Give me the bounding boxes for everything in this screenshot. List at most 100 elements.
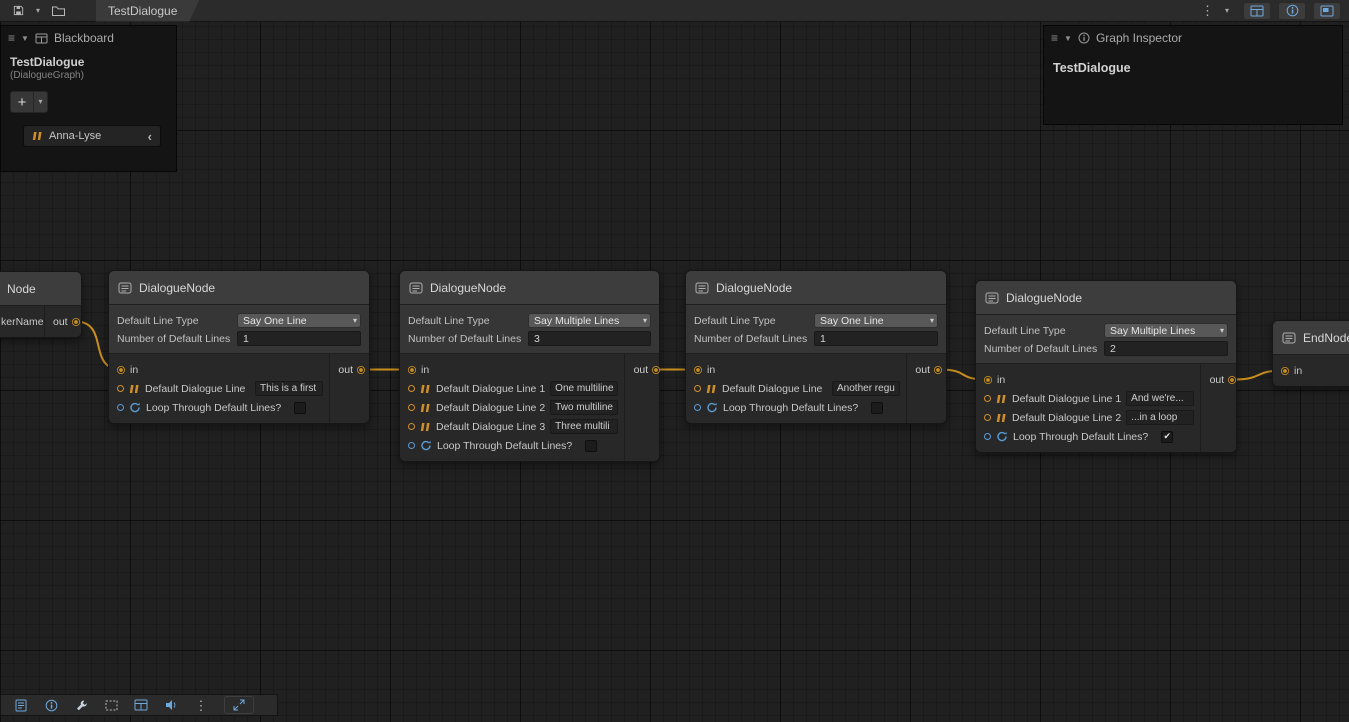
- loop-checkbox[interactable]: ✔: [1161, 431, 1173, 443]
- collapse-caret-icon[interactable]: ▼: [21, 34, 29, 43]
- node-title-bar[interactable]: DialogueNode: [686, 271, 946, 305]
- flow-port-icon[interactable]: [1228, 376, 1236, 384]
- loop-checkbox[interactable]: [871, 402, 883, 414]
- string-port-icon[interactable]: [408, 385, 415, 392]
- line-type-dropdown[interactable]: Say One Line: [237, 313, 361, 328]
- dialogue-node-4[interactable]: DialogueNodeDefault Line TypeSay Multipl…: [975, 280, 1237, 453]
- toggle-blackboard-icon: [1250, 5, 1264, 17]
- port-label: Default Dialogue Line 3: [436, 421, 545, 433]
- node-title-bar[interactable]: EndNode: [1273, 321, 1349, 355]
- string-port-icon[interactable]: [984, 395, 991, 402]
- inspector-button[interactable]: [36, 695, 66, 715]
- open-folder-button[interactable]: [47, 1, 70, 21]
- flow-port-icon[interactable]: [984, 376, 992, 384]
- bool-port-icon[interactable]: [408, 442, 415, 449]
- port-row-in: in: [976, 370, 1200, 389]
- dialogue-line-field[interactable]: Three multili: [550, 419, 618, 434]
- node-title-bar[interactable]: DialogueNode: [400, 271, 659, 305]
- number-field[interactable]: 3: [528, 331, 651, 346]
- line-type-dropdown[interactable]: Say Multiple Lines: [528, 313, 651, 328]
- line-type-dropdown[interactable]: Say Multiple Lines: [1104, 323, 1228, 338]
- dialogue-node-1[interactable]: DialogueNodeDefault Line TypeSay One Lin…: [108, 270, 370, 424]
- string-port-icon[interactable]: [694, 385, 701, 392]
- port-row-line2: Default Dialogue Line 2...in a loop: [976, 408, 1200, 427]
- port-label: Loop Through Default Lines?: [1013, 431, 1148, 443]
- flow-port-icon[interactable]: [408, 366, 416, 374]
- more-button[interactable]: ⋮: [186, 695, 216, 715]
- flow-port-icon[interactable]: [72, 318, 80, 326]
- blackboard-graph-type: (DialogueGraph): [10, 70, 167, 81]
- save-caret-button[interactable]: ▾: [29, 1, 47, 21]
- frame-button[interactable]: [96, 695, 126, 715]
- node-properties: Default Line TypeSay Multiple LinesNumbe…: [400, 305, 659, 354]
- wrench-button[interactable]: [66, 695, 96, 715]
- quote-icon: [129, 384, 140, 394]
- flow-port-icon[interactable]: [694, 366, 702, 374]
- graph-tab[interactable]: TestDialogue: [96, 0, 199, 22]
- graph-inspector-panel[interactable]: ≡ ▼ Graph Inspector TestDialogue: [1043, 25, 1343, 125]
- string-port-icon[interactable]: [984, 414, 991, 421]
- number-field[interactable]: 2: [1104, 341, 1228, 356]
- console-button[interactable]: [6, 695, 36, 715]
- dialogue-node-2[interactable]: DialogueNodeDefault Line TypeSay Multipl…: [399, 270, 660, 462]
- end-node[interactable]: EndNodein: [1272, 320, 1349, 387]
- flow-port-icon[interactable]: [1281, 367, 1289, 375]
- add-property-button[interactable]: +: [10, 91, 34, 113]
- bool-port-icon[interactable]: [984, 433, 991, 440]
- quote-icon: [996, 413, 1007, 423]
- toggle-minimap-button[interactable]: [1313, 2, 1341, 20]
- blackboard-property-anna-lyse[interactable]: Anna-Lyse ‹: [23, 125, 161, 147]
- blackboard-title: Blackboard: [54, 31, 114, 45]
- property-label: Number of Default Lines: [408, 333, 528, 345]
- dialogue-node-3[interactable]: DialogueNodeDefault Line TypeSay One Lin…: [685, 270, 947, 424]
- number-field[interactable]: 1: [237, 331, 361, 346]
- audio-button[interactable]: [156, 695, 186, 715]
- graph-inspector-header[interactable]: ≡ ▼ Graph Inspector: [1044, 26, 1342, 50]
- speaker-node-partial[interactable]: NodekerNameout: [0, 271, 82, 338]
- flow-port-icon[interactable]: [117, 366, 125, 374]
- bool-port-icon[interactable]: [694, 404, 701, 411]
- toggle-inspector-button[interactable]: [1278, 2, 1306, 20]
- port-row-out: out: [907, 360, 942, 379]
- dialogue-line-field[interactable]: One multiline: [550, 381, 618, 396]
- node-title-bar[interactable]: Node: [0, 272, 81, 306]
- number-field[interactable]: 1: [814, 331, 938, 346]
- blackboard-button[interactable]: [126, 695, 156, 715]
- flow-port-icon[interactable]: [934, 366, 942, 374]
- line-type-dropdown[interactable]: Say One Line: [814, 313, 938, 328]
- string-port-icon[interactable]: [117, 385, 124, 392]
- add-property-caret-button[interactable]: ▾: [34, 91, 48, 113]
- hamburger-icon[interactable]: ≡: [8, 31, 15, 45]
- flow-port-icon[interactable]: [652, 366, 660, 374]
- save-button[interactable]: [8, 1, 29, 21]
- loop-checkbox[interactable]: [294, 402, 306, 414]
- blackboard-header[interactable]: ≡ ▼ Blackboard: [1, 26, 176, 50]
- dialogue-line-field[interactable]: Two multiline: [550, 400, 618, 415]
- port-label: out: [338, 364, 353, 376]
- dialogue-line-field[interactable]: ...in a loop: [1126, 410, 1194, 425]
- string-port-icon[interactable]: [408, 423, 415, 430]
- hamburger-icon[interactable]: ≡: [1051, 31, 1058, 45]
- string-port-icon[interactable]: [408, 404, 415, 411]
- top-toolbar: ▾ TestDialogue ⋮▾: [0, 0, 1349, 22]
- loop-checkbox[interactable]: [585, 440, 597, 452]
- expand-chevron-icon[interactable]: ‹: [148, 130, 152, 143]
- toggle-blackboard-button[interactable]: [1243, 2, 1271, 20]
- collapse-caret-icon[interactable]: ▼: [1064, 34, 1072, 43]
- blackboard-panel[interactable]: ≡ ▼ Blackboard TestDialogue (DialogueGra…: [0, 25, 177, 172]
- port-label: out: [1210, 374, 1225, 386]
- dialogue-line-field[interactable]: This is a first: [255, 381, 323, 396]
- flow-port-icon[interactable]: [357, 366, 365, 374]
- node-title-bar[interactable]: DialogueNode: [976, 281, 1236, 315]
- overflow-caret-button[interactable]: ▾: [1218, 1, 1236, 21]
- toolbar-left-group: ▾: [8, 1, 70, 21]
- port-label: out: [915, 364, 930, 376]
- port-row-out: out: [45, 312, 80, 331]
- bool-port-icon[interactable]: [117, 404, 124, 411]
- dialogue-line-field[interactable]: Another regu: [832, 381, 900, 396]
- node-title: DialogueNode: [1006, 291, 1082, 305]
- fullscreen-button[interactable]: [224, 696, 254, 714]
- dialogue-line-field[interactable]: And we're...: [1126, 391, 1194, 406]
- overflow-menu-button[interactable]: ⋮: [1197, 1, 1218, 21]
- node-title-bar[interactable]: DialogueNode: [109, 271, 369, 305]
